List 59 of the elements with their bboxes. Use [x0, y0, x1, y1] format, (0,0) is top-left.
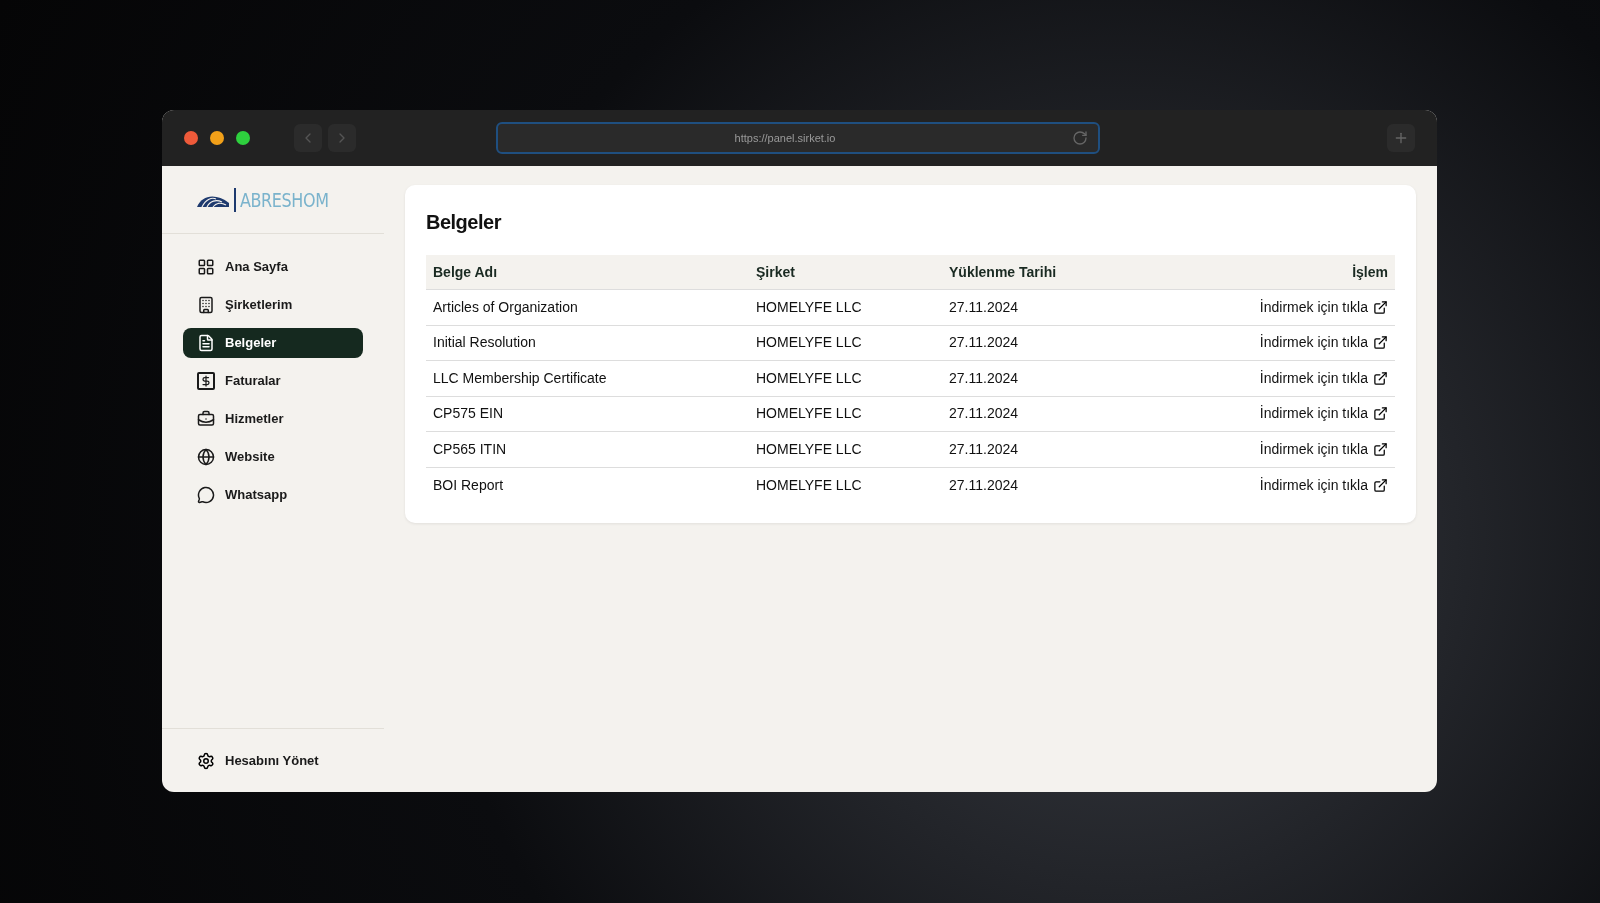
table-cell-text: 27.11.2024: [949, 404, 1020, 424]
page-title: Belgeler: [426, 210, 503, 235]
account-link[interactable]: Hesabını Yönet: [225, 750, 319, 771]
table-cell-text: Articles of Organization: [433, 297, 579, 317]
table-cell-text: HOMELYFE LLC: [756, 404, 863, 424]
close-icon[interactable]: [184, 131, 198, 145]
url-text: https://panel.sirket.io: [733, 130, 837, 146]
sidebar-item[interactable]: Belgeler: [183, 328, 363, 358]
table-cell-text: HOMELYFE LLC: [756, 297, 863, 317]
table-cell-text: Initial Resolution: [433, 333, 537, 353]
table-cell-text: HOMELYFE LLC: [756, 333, 863, 353]
download-link[interactable]: İndirmek için tıkla: [1259, 438, 1368, 460]
download-link[interactable]: İndirmek için tıkla: [1259, 296, 1368, 318]
document-icon: [197, 334, 215, 352]
table-cell-text: 27.11.2024: [949, 333, 1020, 353]
external-link-icon[interactable]: [1373, 441, 1388, 457]
external-link-icon[interactable]: [1373, 477, 1388, 493]
sidebar-item[interactable]: Website: [183, 442, 363, 472]
plus-icon: [1393, 130, 1409, 146]
address-bar[interactable]: https://panel.sirket.io: [496, 122, 1100, 154]
briefcase-icon: [197, 410, 215, 428]
table-cell-text: BOI Report: [433, 475, 505, 495]
sidebar-item[interactable]: Şirketlerim: [183, 290, 363, 320]
sidebar-item[interactable]: Ana Sayfa: [183, 252, 363, 282]
table-cell-text: HOMELYFE LLC: [756, 439, 863, 459]
column-header: İşlem: [1351, 262, 1388, 282]
sidebar-item[interactable]: Whatsapp: [183, 480, 363, 510]
reload-icon[interactable]: [1072, 130, 1088, 146]
table-cell-text: HOMELYFE LLC: [756, 368, 863, 388]
column-header: Yüklenme Tarihi: [949, 262, 1058, 282]
table-cell-text: LLC Membership Certificate: [433, 368, 608, 388]
table-cell-text: CP565 ITIN: [433, 439, 508, 459]
download-link[interactable]: İndirmek için tıkla: [1259, 403, 1368, 425]
dollar-icon: [197, 372, 215, 390]
table-cell-text: CP575 EIN: [433, 404, 505, 424]
download-link[interactable]: İndirmek için tıkla: [1259, 367, 1368, 389]
grid-icon: [197, 258, 215, 276]
table-cell-text: 27.11.2024: [949, 439, 1020, 459]
column-header: Belge Adı: [433, 262, 499, 282]
table-cell-text: HOMELYFE LLC: [756, 475, 863, 495]
column-header: Şirket: [756, 262, 796, 282]
table-cell-text: 27.11.2024: [949, 475, 1020, 495]
maximize-icon[interactable]: [236, 131, 250, 145]
table-cell-text: 27.11.2024: [949, 368, 1020, 388]
minimize-icon[interactable]: [210, 131, 224, 145]
external-link-icon[interactable]: [1373, 370, 1388, 386]
settings-icon: [197, 751, 215, 770]
external-link-icon[interactable]: [1373, 299, 1388, 315]
sidebar-item[interactable]: Faturalar: [183, 366, 363, 396]
brand-name: ABRESHOM: [239, 186, 329, 214]
building-icon: [197, 296, 215, 314]
table-cell-text: 27.11.2024: [949, 297, 1020, 317]
download-link[interactable]: İndirmek için tıkla: [1259, 474, 1368, 496]
chat-bubble-icon: [197, 486, 215, 504]
globe-icon: [197, 448, 215, 466]
external-link-icon[interactable]: [1373, 335, 1388, 351]
external-link-icon[interactable]: [1373, 406, 1388, 422]
download-link[interactable]: İndirmek için tıkla: [1259, 332, 1368, 354]
sidebar-item[interactable]: Hizmetler: [183, 404, 363, 434]
